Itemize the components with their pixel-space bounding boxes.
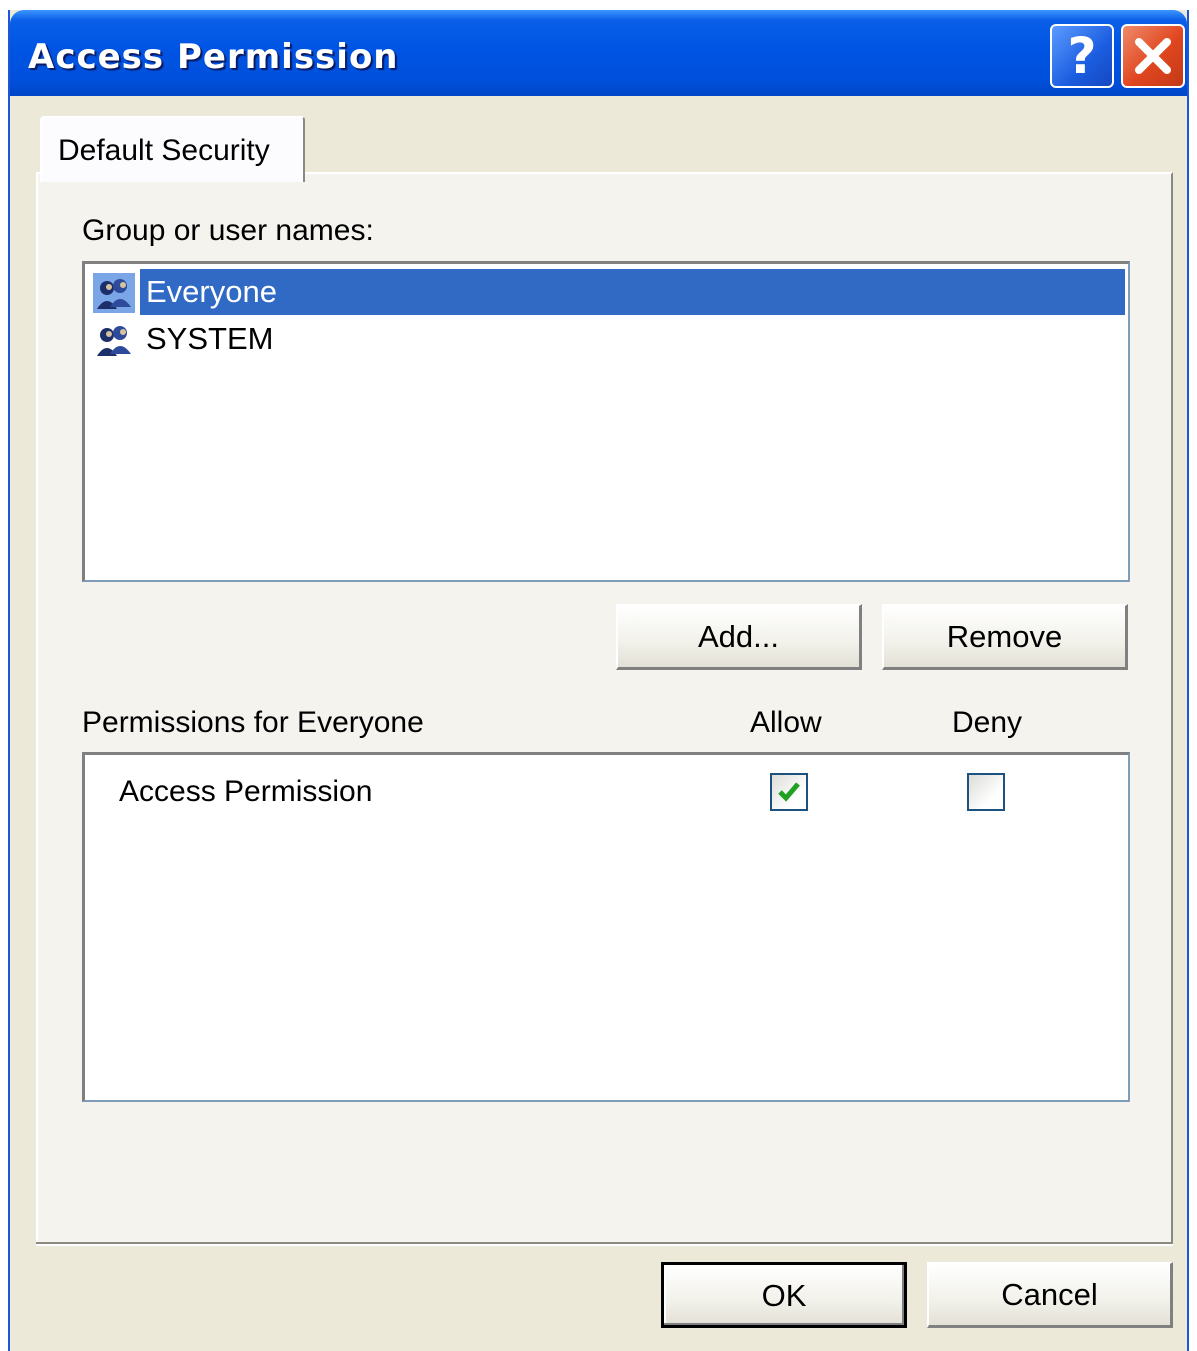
deny-column-header: Deny — [952, 706, 1023, 739]
deny-checkbox[interactable] — [967, 773, 1005, 811]
ok-button[interactable]: OK — [661, 1262, 907, 1328]
permissions-label: Permissions for Everyone — [82, 706, 424, 739]
list-item-label: Everyone — [140, 269, 1125, 315]
list-item-everyone[interactable]: Everyone — [93, 269, 1125, 315]
title-bar[interactable]: Access Permission ? — [10, 10, 1187, 96]
remove-button[interactable]: Remove — [882, 604, 1128, 670]
tab-label: Default Security — [58, 134, 270, 167]
help-button[interactable]: ? — [1050, 24, 1114, 88]
tab-default-security[interactable]: Default Security — [40, 116, 305, 182]
list-item-system[interactable]: SYSTEM — [93, 316, 1125, 362]
window-title: Access Permission — [28, 37, 399, 77]
close-icon — [1135, 38, 1171, 74]
add-button[interactable]: Add... — [616, 604, 862, 670]
dialog-window: Access Permission ? Default Security Gro… — [8, 10, 1189, 1351]
cancel-button[interactable]: Cancel — [927, 1262, 1173, 1328]
permission-row-label: Access Permission — [119, 775, 373, 808]
help-icon: ? — [1067, 27, 1097, 85]
group-names-label: Group or user names: — [82, 214, 374, 247]
users-group-icon — [93, 273, 135, 313]
allow-column-header: Allow — [750, 706, 822, 739]
group-user-list[interactable]: Everyone SYSTEM — [82, 261, 1130, 582]
list-item-label: SYSTEM — [146, 321, 274, 356]
footer-divider — [36, 1242, 1173, 1246]
permissions-list: Access Permission — [82, 752, 1130, 1102]
allow-checkbox[interactable] — [770, 773, 808, 811]
users-group-icon — [97, 326, 131, 356]
checkmark-icon — [778, 782, 800, 802]
close-button[interactable] — [1121, 24, 1185, 88]
